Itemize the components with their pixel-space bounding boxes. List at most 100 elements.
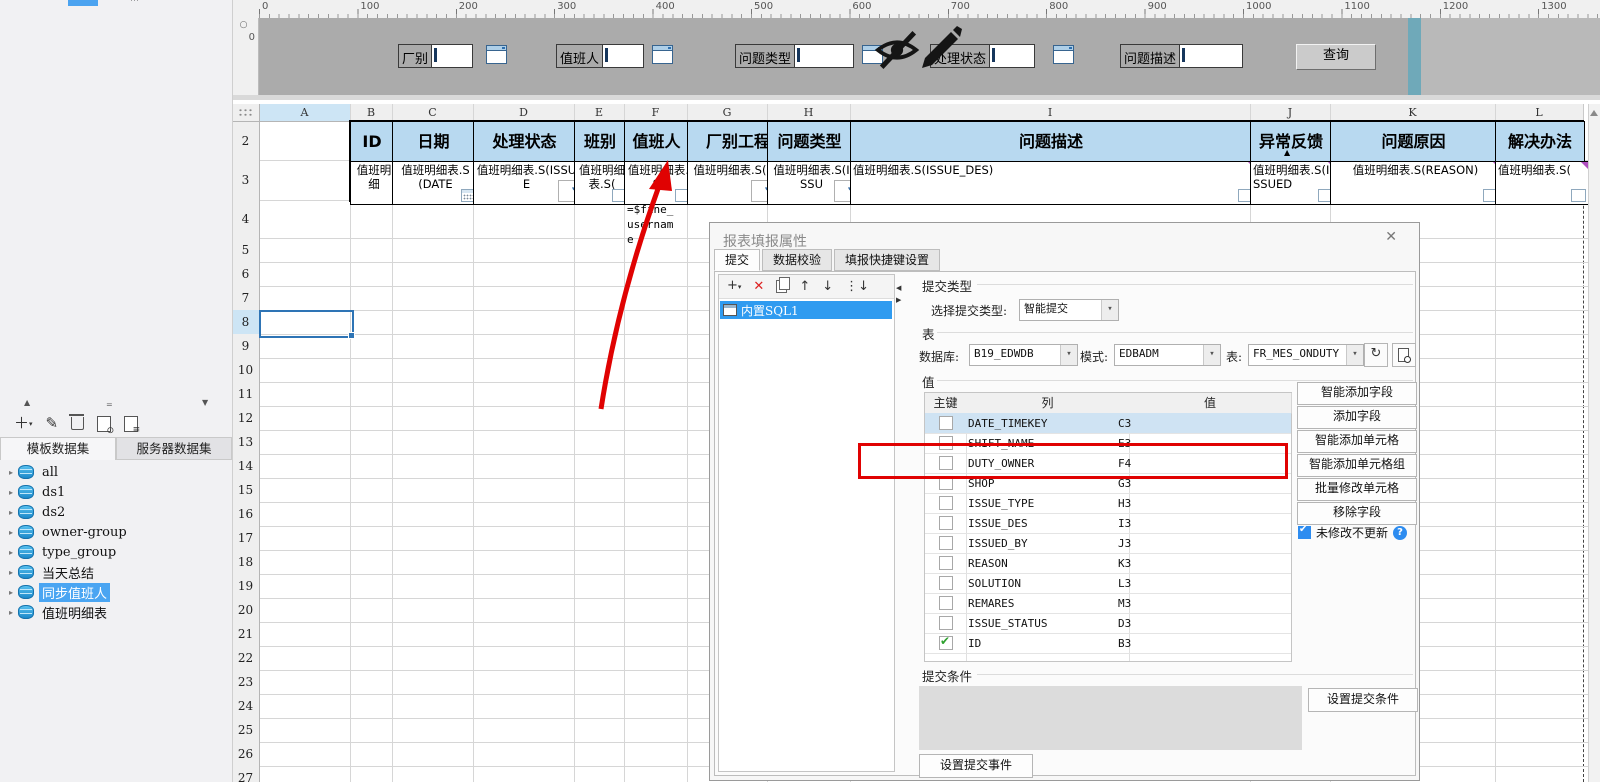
header-cell-日期[interactable]: 日期 [392,121,475,163]
header-cell-问题描述[interactable]: 问题描述 [850,121,1252,163]
value-row-DATE_TIMEKEY[interactable]: DATE_TIMEKEYC3 [925,413,1291,434]
row-header-13[interactable]: 13 [232,430,260,455]
tab-server-datasets[interactable]: 服务器数据集 [116,437,232,460]
tree-item-partial[interactable] [68,0,98,6]
table-select[interactable]: FR_MES_ONDUTY▾ [1248,344,1364,366]
primary-key-checkbox[interactable] [939,596,953,610]
delete-dataset-icon[interactable] [71,417,84,430]
chevron-down-icon[interactable]: ▾ [1203,345,1220,365]
header-cell-解决办法[interactable]: 解决办法 [1495,121,1585,163]
add-icon[interactable]: +▾ [727,279,741,294]
primary-key-checkbox[interactable] [939,576,953,590]
expand-icon[interactable]: ▸ [0,588,18,597]
header-cell-ID[interactable]: ID [350,121,394,163]
dataset-item-ds1[interactable]: ▸ds1 [0,482,232,502]
header-cell-异常反馈[interactable]: 异常反馈 [1250,121,1332,163]
row-header-27[interactable]: 27 [232,766,260,782]
submit-type-select[interactable]: 智能提交▾ [1019,299,1119,321]
column-header-D[interactable]: D [473,104,575,122]
database-select[interactable]: B19_EDWDB▾ [969,344,1078,366]
chevron-down-icon[interactable]: ▾ [1101,300,1118,320]
value-row-ID[interactable]: IDB3 [925,633,1291,654]
copy-icon[interactable] [776,280,787,293]
dataset-item-ds2[interactable]: ▸ds2 [0,502,232,522]
sort-icon[interactable]: ⋮↓ [845,280,869,294]
primary-key-checkbox[interactable] [939,496,953,510]
primary-key-checkbox[interactable] [939,556,953,570]
help-icon[interactable]: ? [1393,526,1407,540]
widget-combo-icon[interactable] [1053,45,1074,64]
schema-select[interactable]: EDBADM▾ [1114,344,1221,366]
row-header-5[interactable]: 5 [232,238,260,263]
expand-icon[interactable]: ▸ [0,508,18,517]
column-header-C[interactable]: C [392,104,474,122]
primary-key-checkbox[interactable] [939,616,953,630]
query-button[interactable]: 查询 [1296,44,1376,70]
row-header-15[interactable]: 15 [232,478,260,503]
formula-cell[interactable]: 值班明细表.S( [1495,161,1589,205]
row-header-14[interactable]: 14 [232,454,260,479]
row-header-6[interactable]: 6 [232,262,260,287]
row-header-24[interactable]: 24 [232,694,260,719]
tab-fill-shortcut-settings[interactable]: 填报快捷键设置 [834,249,940,271]
widget-combo-icon[interactable] [652,45,673,64]
row-header-4[interactable]: 4 [232,200,260,239]
row-header-11[interactable]: 11 [232,382,260,407]
splitter-left-icon[interactable]: ◀ [896,284,901,292]
smart-add-cell-button[interactable]: 智能添加单元格 [1297,430,1417,453]
row-header-16[interactable]: 16 [232,502,260,527]
row-header-9[interactable]: 9 [232,334,260,359]
row-header-3[interactable]: 3 [232,160,260,201]
header-cell-处理状态[interactable]: 处理状态 [473,121,576,163]
expand-icon[interactable]: ▸ [0,528,18,537]
header-cell-值班人[interactable]: 值班人 [624,121,689,163]
formula-cell[interactable]: 值班明细表.S(DATE [392,161,479,205]
refresh-icon[interactable]: ↻ [1364,343,1388,367]
formula-cell[interactable]: 值班明细 [350,161,398,205]
value-row-REASON[interactable]: REASONK3 [925,553,1291,574]
selected-cell[interactable] [259,310,354,338]
primary-key-checkbox-checked[interactable] [939,636,953,650]
expand-icon[interactable]: ▸ [0,468,18,477]
row-header-12[interactable]: 12 [232,406,260,431]
preview-dataset-icon[interactable] [97,416,111,432]
primary-key-checkbox[interactable] [939,516,953,530]
value-row-ISSUE_DES[interactable]: ISSUE_DESI3 [925,513,1291,534]
header-cell-问题类型[interactable]: 问题类型 [767,121,852,163]
preview-table-icon[interactable] [1392,343,1416,367]
row-header-18[interactable]: 18 [232,550,260,575]
formula-cell[interactable]: 值班明细表.S(ISSUE [473,161,580,205]
row-header-25[interactable]: 25 [232,718,260,743]
dataset-settings-icon[interactable] [124,416,138,432]
value-row-ISSUE_TYPE[interactable]: ISSUE_TYPEH3 [925,493,1291,514]
dataset-item-同步值班人[interactable]: ▸同步值班人 [0,582,232,602]
value-table-header-2[interactable]: 列 [966,393,1130,414]
vertical-scrollbar[interactable] [1588,104,1600,782]
tab-submit[interactable]: 提交 [714,249,760,271]
column-header-J[interactable]: J [1250,104,1331,122]
splitter-collapse-down-icon[interactable]: ▼ [202,398,208,407]
param-widget-1[interactable]: 厂别 [398,44,473,68]
remove-field-button[interactable]: 移除字段 [1297,502,1417,525]
value-row-ISSUED_BY[interactable]: ISSUED_BYJ3 [925,533,1291,554]
chevron-down-icon[interactable]: ▾ [1346,345,1363,365]
dataset-item-owner-group[interactable]: ▸owner-group [0,522,232,542]
widget-combo-icon[interactable] [486,45,507,64]
primary-key-checkbox[interactable] [939,416,953,430]
value-row-REMARES[interactable]: REMARESM3 [925,593,1291,614]
cell-f4-formula[interactable]: =$fine_username [627,202,677,247]
set-submit-event-button[interactable]: 设置提交事件 [919,754,1033,778]
column-header-L[interactable]: L [1495,104,1584,122]
expand-icon[interactable]: ▸ [0,568,18,577]
dataset-item-all[interactable]: ▸all [0,462,232,482]
widget-input[interactable] [989,45,1034,67]
dataset-item-当天总结[interactable]: ▸当天总结 [0,562,232,582]
primary-key-checkbox[interactable] [939,536,953,550]
formula-cell[interactable]: 值班明细表.S( [624,161,693,205]
smart-add-field-button[interactable]: 智能添加字段 [1297,382,1417,405]
row-header-23[interactable]: 23 [232,670,260,695]
widget-input[interactable] [431,45,472,67]
row-header-20[interactable]: 20 [232,598,260,623]
formula-cell[interactable]: 值班明细表.S(REASON) [1330,161,1501,205]
close-icon[interactable]: ✕ [1385,229,1397,245]
